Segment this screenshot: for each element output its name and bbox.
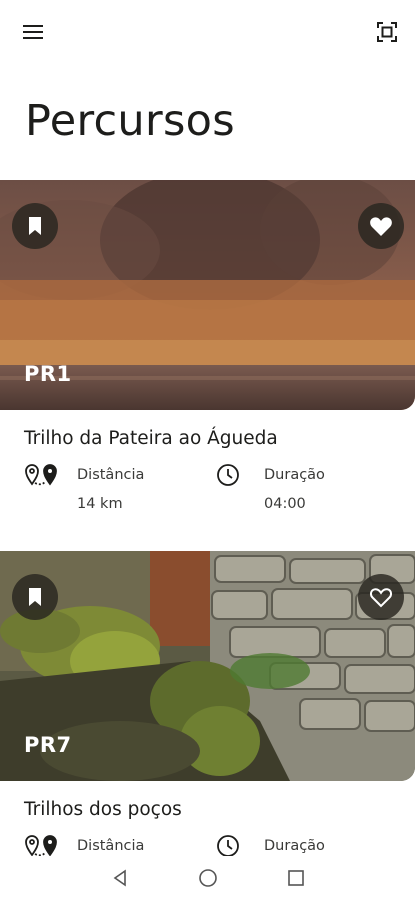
route-card[interactable]: PR1 Trilho da Pateira ao Águeda Distânci… — [0, 180, 415, 512]
route-name: Trilhos dos poços — [24, 799, 182, 820]
home-circle-icon[interactable] — [196, 866, 220, 890]
route-card[interactable]: PR7 Trilhos dos poços Distância Duração — [0, 551, 415, 857]
distance-info: Distância 14 km — [24, 463, 214, 523]
back-triangle-icon[interactable] — [108, 866, 132, 890]
bookmark-button[interactable] — [12, 574, 58, 620]
distance-value: 14 km — [77, 496, 123, 512]
distance-label: Distância — [77, 467, 145, 483]
recent-square-icon[interactable] — [284, 866, 308, 890]
route-name: Trilho da Pateira ao Águeda — [24, 428, 278, 449]
duration-info: Duração 04:00 — [216, 463, 406, 523]
bookmark-button[interactable] — [12, 203, 58, 249]
page-title: Percursos — [25, 96, 235, 146]
top-app-bar — [0, 0, 415, 64]
route-image[interactable]: PR1 — [0, 180, 415, 410]
duration-label: Duração — [264, 467, 325, 483]
clock-icon — [217, 464, 239, 486]
bookmark-icon — [29, 588, 41, 606]
hamburger-menu-icon[interactable] — [19, 18, 47, 46]
route-image[interactable]: PR7 — [0, 551, 415, 781]
favorite-button[interactable] — [358, 574, 404, 620]
heart-outline-icon — [369, 588, 393, 608]
duration-label: Duração — [264, 838, 325, 854]
route-code: PR1 — [24, 362, 72, 386]
bookmark-icon — [29, 217, 41, 235]
distance-label: Distância — [77, 838, 145, 854]
clock-icon — [217, 835, 239, 857]
scan-frame-icon[interactable] — [373, 18, 401, 46]
route-pins-icon — [25, 464, 57, 486]
favorite-button[interactable] — [358, 203, 404, 249]
route-code: PR7 — [24, 733, 72, 757]
heart-filled-icon — [370, 217, 392, 236]
route-pins-icon — [25, 835, 57, 857]
system-navigation-bar — [0, 856, 415, 900]
duration-value: 04:00 — [264, 496, 306, 512]
